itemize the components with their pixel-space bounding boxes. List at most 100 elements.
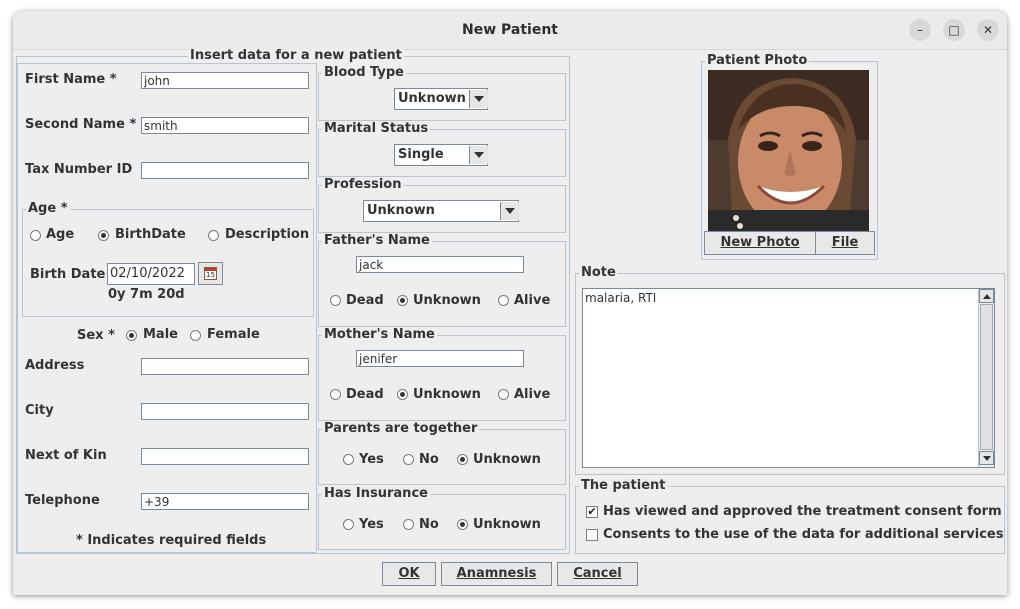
birth-date-input[interactable]: 02/10/2022 [107, 263, 195, 285]
title-bar: New Patient – □ ✕ [13, 11, 1007, 50]
father-unknown-label: Unknown [413, 293, 481, 308]
blood-type-legend: Blood Type [322, 65, 406, 80]
age-radio-label: Age [46, 227, 75, 242]
mother-unknown-label: Unknown [413, 387, 481, 402]
mother-legend: Mother's Name [322, 327, 437, 342]
required-fields-note: * Indicates required fields [76, 533, 267, 548]
tax-number-input[interactable] [141, 162, 309, 179]
second-name-label: Second Name * [25, 117, 137, 132]
father-alive-radio[interactable] [498, 295, 509, 306]
mother-name-input[interactable]: jenifer [356, 350, 524, 367]
calendar-button[interactable]: 15 [198, 262, 223, 285]
mother-alive-radio[interactable] [498, 389, 509, 400]
window-title: New Patient [462, 22, 558, 38]
marital-status-select[interactable]: Single [394, 144, 488, 166]
chevron-down-icon [474, 96, 484, 102]
female-radio-label: Female [207, 327, 260, 342]
birthdate-radio[interactable] [98, 230, 109, 241]
male-radio-label: Male [143, 327, 178, 342]
description-radio-label: Description [225, 227, 310, 242]
birth-date-label: Birth Date [30, 267, 106, 282]
blood-type-select[interactable]: Unknown [394, 88, 488, 110]
first-name-label: First Name * [25, 72, 117, 87]
ok-button[interactable]: OK [382, 562, 436, 586]
new-patient-window: New Patient – □ ✕ Insert data for a new … [13, 11, 1007, 595]
father-name-input[interactable]: jack [356, 256, 524, 273]
description-radio[interactable] [208, 230, 219, 241]
patient-photo-legend: Patient Photo [705, 53, 810, 68]
close-button[interactable]: ✕ [977, 19, 999, 41]
calendar-day: 15 [206, 271, 215, 279]
next-of-kin-input[interactable] [141, 448, 309, 465]
minimize-button[interactable]: – [909, 19, 931, 41]
insurance-no-label: No [419, 517, 439, 532]
mother-unknown-radio[interactable] [397, 389, 408, 400]
chevron-down-icon [983, 456, 991, 461]
telephone-input[interactable]: +39 [141, 493, 309, 510]
sex-label: Sex * [77, 328, 115, 343]
insurance-unknown-radio[interactable] [457, 519, 468, 530]
the-patient-legend: The patient [579, 478, 668, 493]
age-computed-text: 0y 7m 20d [108, 287, 185, 302]
new-photo-button[interactable]: New Photo [704, 231, 816, 255]
consent-data-checkbox[interactable] [586, 529, 598, 541]
mother-dead-label: Dead [346, 387, 384, 402]
profession-value: Unknown [367, 203, 435, 218]
tax-number-label: Tax Number ID [25, 162, 133, 177]
birthdate-radio-label: BirthDate [115, 227, 186, 242]
consent-data-label: Consents to the use of the data for addi… [603, 527, 1004, 542]
blood-type-dropdown[interactable] [469, 90, 488, 108]
marital-status-legend: Marital Status [322, 121, 431, 136]
profession-legend: Profession [322, 177, 404, 192]
scroll-thumb[interactable] [980, 304, 993, 450]
age-radio[interactable] [30, 230, 41, 241]
chevron-down-icon [474, 152, 484, 158]
telephone-label: Telephone [25, 493, 100, 508]
parents-no-radio[interactable] [403, 454, 414, 465]
first-name-input[interactable]: john [141, 72, 309, 89]
marital-status-dropdown[interactable] [469, 146, 488, 164]
profession-dropdown[interactable] [500, 202, 519, 220]
male-radio[interactable] [126, 330, 137, 341]
profession-select[interactable]: Unknown [363, 200, 519, 222]
father-group [318, 241, 566, 327]
note-text: malaria, RTI [585, 291, 657, 305]
father-alive-label: Alive [514, 293, 551, 308]
marital-status-value: Single [398, 147, 444, 162]
cancel-button[interactable]: Cancel [557, 562, 638, 586]
insert-data-legend: Insert data for a new patient [188, 48, 404, 63]
scroll-up-button[interactable] [979, 289, 994, 303]
maximize-button[interactable]: □ [943, 19, 965, 41]
father-unknown-radio[interactable] [397, 295, 408, 306]
parents-yes-label: Yes [359, 452, 384, 467]
consent-treatment-checkbox[interactable]: ✔ [586, 506, 598, 518]
address-label: Address [25, 358, 85, 373]
file-button[interactable]: File [815, 231, 875, 255]
mother-group [318, 335, 566, 421]
patient-photo [708, 70, 869, 231]
anamnesis-button[interactable]: Anamnesis [441, 562, 552, 586]
city-label: City [25, 403, 54, 418]
consent-treatment-label: Has viewed and approved the treatment co… [603, 504, 1002, 519]
parents-unknown-label: Unknown [473, 452, 541, 467]
scroll-down-button[interactable] [979, 451, 994, 465]
father-dead-radio[interactable] [330, 295, 341, 306]
address-input[interactable] [141, 358, 309, 375]
chevron-down-icon [505, 208, 515, 214]
note-scrollbar[interactable] [978, 289, 994, 467]
mother-dead-radio[interactable] [330, 389, 341, 400]
insurance-yes-radio[interactable] [343, 519, 354, 530]
parents-no-label: No [419, 452, 439, 467]
next-of-kin-label: Next of Kin [25, 448, 107, 463]
parents-unknown-radio[interactable] [457, 454, 468, 465]
blood-type-value: Unknown [398, 91, 466, 106]
note-textarea[interactable]: malaria, RTI [582, 288, 995, 468]
insurance-unknown-label: Unknown [473, 517, 541, 532]
chevron-up-icon [983, 294, 991, 299]
note-legend: Note [579, 265, 618, 280]
female-radio[interactable] [190, 330, 201, 341]
insurance-no-radio[interactable] [403, 519, 414, 530]
parents-yes-radio[interactable] [343, 454, 354, 465]
city-input[interactable] [141, 403, 309, 420]
second-name-input[interactable]: smith [141, 117, 309, 134]
